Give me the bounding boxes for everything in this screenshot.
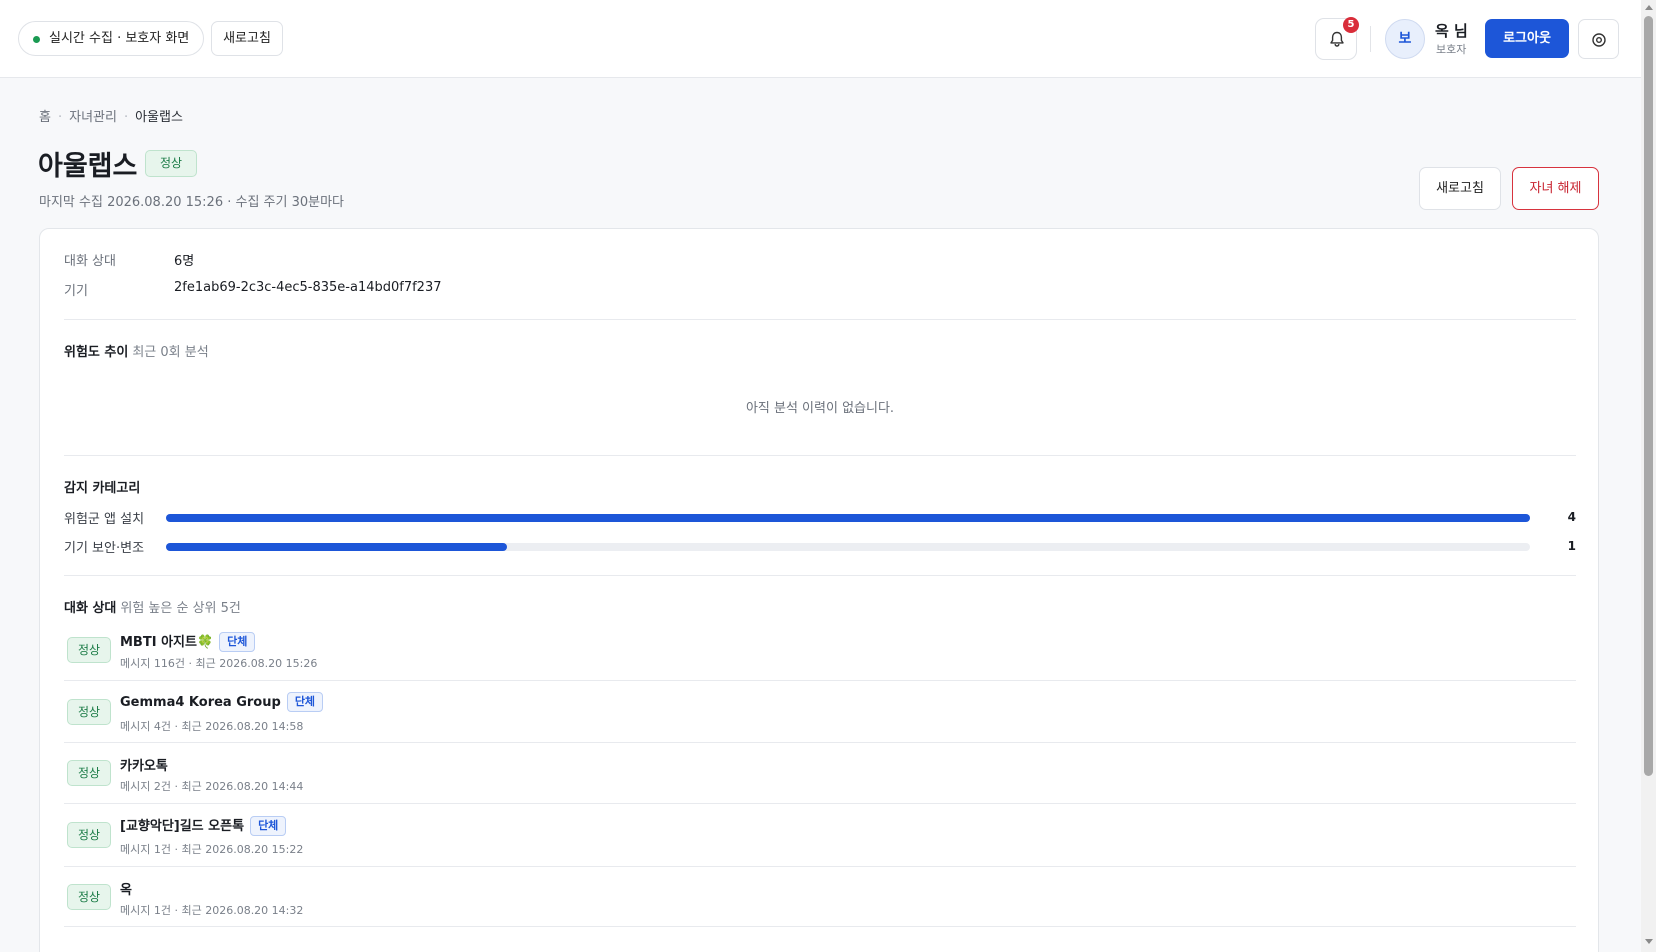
live-status-pill: 실시간 수집 · 보호자 화면 <box>18 21 205 56</box>
conversation-title: 카카오톡 <box>120 759 168 774</box>
conversation-meta: 메시지 1건 · 최근 2026.08.20 14:32 <box>120 904 304 917</box>
conversation-name: 옥 <box>120 879 132 898</box>
device-id-value: 2fe1ab69-2c3c-4ec5-835e-a14bd0f7f237 <box>174 280 442 295</box>
header-refresh-button[interactable]: 새로고침 <box>211 21 283 56</box>
section-divider <box>64 575 1576 576</box>
conversation-status-badge: 정상 <box>67 884 111 910</box>
conversation-title: Gemma4 Korea Group <box>120 695 281 710</box>
conversation-row[interactable]: 정상 카카오톡 메시지 2건 · 최근 2026.08.20 14:44 <box>64 743 1576 804</box>
risk-trend-note: 최근 0회 분석 <box>132 345 209 360</box>
conversation-name: MBTI 아지트🍀 단체 <box>120 631 256 652</box>
page-title: 아울랩스 <box>38 151 138 182</box>
category-bar-track <box>166 514 1530 522</box>
contacts-label: 대화 상대 <box>64 254 116 269</box>
conversation-status-badge: 정상 <box>67 637 111 663</box>
categories-title: 감지 카테고리 <box>64 481 141 496</box>
group-tag: 단체 <box>250 816 287 836</box>
conversation-title: MBTI 아지트🍀 <box>120 635 214 650</box>
conversation-meta: 메시지 2건 · 최근 2026.08.20 14:44 <box>120 780 304 793</box>
contacts-value: 6명 <box>174 254 195 269</box>
scrollbar-thumb[interactable] <box>1644 16 1653 776</box>
conversation-title: [교향악단]길드 오픈톡 <box>120 819 245 834</box>
avatar[interactable]: 보 <box>1385 19 1425 59</box>
section-divider <box>64 455 1576 456</box>
live-status-label: 실시간 수집 · 보호자 화면 <box>49 31 190 46</box>
conversation-row[interactable]: 정상 Gemma4 Korea Group 단체 메시지 4건 · 최근 2026… <box>64 681 1576 743</box>
conversation-meta: 메시지 116건 · 최근 2026.08.20 15:26 <box>120 657 318 670</box>
conversation-row[interactable]: 정상 MBTI 아지트🍀 단체 메시지 116건 · 최근 2026.08.20 … <box>64 623 1576 681</box>
breadcrumb-current: 아울랩스 <box>135 110 183 125</box>
conversations-note: 위험 높은 순 상위 5건 <box>120 601 241 616</box>
category-count: 4 <box>1567 510 1576 524</box>
conversation-name: [교향악단]길드 오픈톡 단체 <box>120 815 287 836</box>
conversation-status-badge: 정상 <box>67 760 111 786</box>
breadcrumb-home[interactable]: 홈 <box>39 106 51 125</box>
conversation-meta: 메시지 1건 · 최근 2026.08.20 15:22 <box>120 843 304 856</box>
refresh-button[interactable]: 새로고침 <box>1419 167 1501 210</box>
child-detail-card: 대화 상대 6명 기기 2fe1ab69-2c3c-4ec5-835e-a14b… <box>39 228 1599 952</box>
conversation-title: 옥 <box>120 883 132 898</box>
conversation-meta: 메시지 4건 · 최근 2026.08.20 14:58 <box>120 720 304 733</box>
breadcrumb-separator: · <box>123 110 129 125</box>
group-tag: 단체 <box>286 692 324 712</box>
top-bar: 실시간 수집 · 보호자 화면 새로고침 5 보 옥 님 보호자 로그아웃 <box>0 0 1641 78</box>
breadcrumb-children[interactable]: 자녀관리 <box>69 106 117 125</box>
category-count: 1 <box>1567 539 1576 553</box>
conversations-title: 대화 상대 위험 높은 순 상위 5건 <box>64 597 241 616</box>
page-scrollbar[interactable] <box>1641 0 1656 952</box>
device-label: 기기 <box>64 284 88 299</box>
category-bar-fill <box>166 543 507 551</box>
conversation-name: 카카오톡 <box>120 755 168 774</box>
status-badge: 정상 <box>145 150 197 177</box>
conversation-status-badge: 정상 <box>67 822 111 848</box>
breadcrumb: 홈 · 자녀관리 · 아울랩스 <box>39 106 183 125</box>
notification-count-badge: 5 <box>1343 17 1359 33</box>
group-tag: 단체 <box>219 632 256 652</box>
category-bar-track <box>166 543 1530 551</box>
scroll-up-arrow-icon[interactable] <box>1645 5 1653 10</box>
conversation-row[interactable]: 정상 옥 메시지 1건 · 최근 2026.08.20 14:32 <box>64 867 1576 927</box>
breadcrumb-separator: · <box>57 110 63 125</box>
risk-trend-empty-message: 아직 분석 이력이 없습니다. <box>745 401 895 416</box>
conversation-status-badge: 정상 <box>67 699 111 725</box>
settings-icon <box>1592 33 1606 47</box>
category-label: 위험군 앱 설치 <box>64 512 145 527</box>
risk-trend-heading: 위험도 추이 <box>64 345 129 360</box>
conversations-heading: 대화 상대 <box>64 601 117 616</box>
category-label: 기기 보안·변조 <box>64 541 145 556</box>
section-divider <box>64 319 1576 320</box>
scroll-down-arrow-icon[interactable] <box>1645 939 1653 944</box>
settings-button[interactable] <box>1578 19 1619 59</box>
page-subtitle: 마지막 수집 2026.08.20 15:26 · 수집 주기 30분마다 <box>39 195 345 210</box>
user-role: 보호자 <box>1436 43 1467 56</box>
category-bar-fill <box>166 514 1530 522</box>
header-divider <box>1370 26 1371 52</box>
logout-button[interactable]: 로그아웃 <box>1485 19 1569 58</box>
risk-trend-title: 위험도 추이 최근 0회 분석 <box>64 341 209 360</box>
user-name: 옥 님 <box>1435 22 1468 40</box>
bell-icon <box>1330 31 1344 47</box>
conversation-name: Gemma4 Korea Group 단체 <box>120 692 324 712</box>
live-dot-icon <box>33 36 40 43</box>
conversation-row[interactable]: 정상 [교향악단]길드 오픈톡 단체 메시지 1건 · 최근 2026.08.20… <box>64 804 1576 867</box>
unlink-child-button[interactable]: 자녀 해제 <box>1512 167 1599 210</box>
